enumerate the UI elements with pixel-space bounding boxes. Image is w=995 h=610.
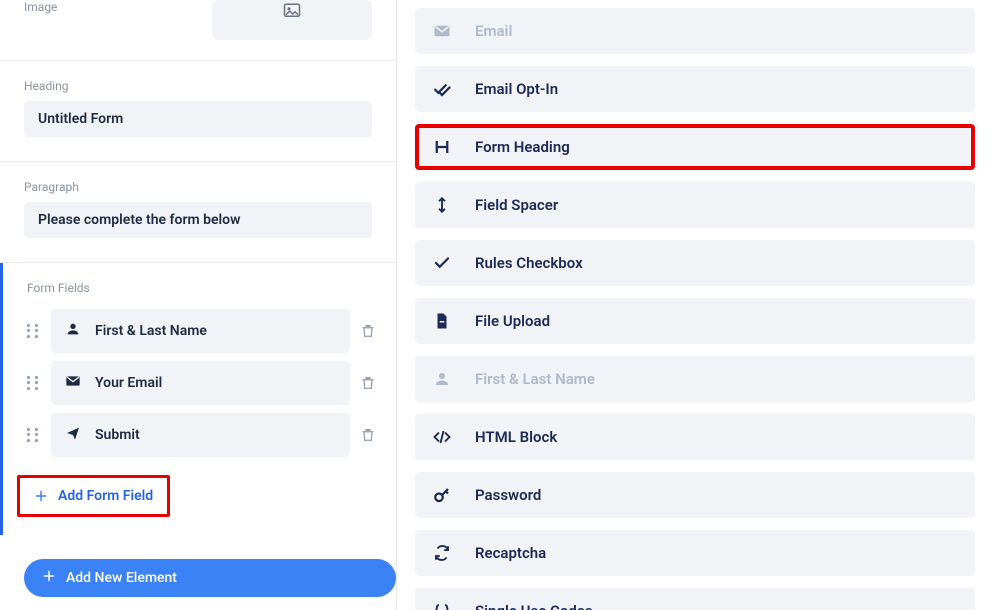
form-fields-section: Form Fields First & Last Name Your Email… [0, 263, 396, 535]
form-field-submit[interactable]: Submit [51, 413, 350, 457]
add-form-field-label: Add Form Field [58, 488, 153, 504]
image-section: Image [0, 0, 396, 61]
delete-button[interactable] [360, 323, 376, 339]
paragraph-section: Paragraph Please complete the form below [0, 162, 396, 263]
heading-input[interactable]: Untitled Form [24, 101, 372, 137]
palette-item-email-opt-in[interactable]: Email Opt-In [415, 66, 975, 112]
form-field-label: Your Email [95, 375, 162, 391]
code-icon [433, 428, 451, 446]
palette-item-recaptcha[interactable]: Recaptcha [415, 530, 975, 576]
add-new-element-label: Add New Element [66, 570, 177, 586]
palette-item-label: Email [475, 22, 512, 40]
drag-handle-icon[interactable] [27, 324, 41, 338]
plus-icon [34, 489, 48, 503]
form-field-label: Submit [95, 427, 140, 443]
drag-handle-icon[interactable] [27, 376, 41, 390]
palette-item-label: HTML Block [475, 428, 557, 446]
braces-icon [433, 602, 451, 610]
palette-item-field-spacer[interactable]: Field Spacer [415, 182, 975, 228]
form-field-name[interactable]: First & Last Name [51, 309, 350, 353]
palette-item-label: File Upload [475, 312, 550, 330]
key-icon [433, 486, 451, 504]
palette-item-file-upload[interactable]: File Upload [415, 298, 975, 344]
sync-icon [433, 544, 451, 562]
palette-item-label: Email Opt-In [475, 80, 558, 98]
user-icon [65, 321, 81, 341]
heading-icon [433, 138, 451, 156]
add-new-element-button[interactable]: Add New Element [24, 559, 396, 597]
palette-item-form-heading[interactable]: Form Heading [415, 124, 975, 170]
drag-handle-icon[interactable] [27, 428, 41, 442]
heading-label: Heading [24, 79, 372, 93]
send-icon [65, 425, 81, 445]
form-field-label: First & Last Name [95, 323, 207, 339]
palette-item-label: Recaptcha [475, 544, 546, 562]
delete-button[interactable] [360, 427, 376, 443]
image-placeholder[interactable] [212, 0, 372, 40]
palette-item-first-last-name: First & Last Name [415, 356, 975, 402]
palette-item-rules-checkbox[interactable]: Rules Checkbox [415, 240, 975, 286]
palette-item-label: First & Last Name [475, 370, 595, 388]
palette-item-html-block[interactable]: HTML Block [415, 414, 975, 460]
plus-icon [42, 569, 56, 587]
heading-section: Heading Untitled Form [0, 61, 396, 162]
form-fields-label: Form Fields [3, 281, 396, 305]
envelope-icon [433, 22, 451, 40]
form-field-row: First & Last Name [3, 305, 396, 357]
form-field-row: Submit [3, 409, 396, 461]
palette-item-label: Password [475, 486, 541, 504]
envelope-icon [65, 373, 81, 393]
user-icon [433, 370, 451, 388]
palette-item-label: Form Heading [475, 138, 570, 156]
palette-item-single-use-codes[interactable]: Single Use Codes [415, 588, 975, 610]
field-palette: Email Email Opt-In Form Heading Field Space… [397, 0, 995, 610]
paragraph-input[interactable]: Please complete the form below [24, 202, 372, 238]
palette-item-password[interactable]: Password [415, 472, 975, 518]
image-label: Image [24, 0, 57, 14]
check-icon [433, 254, 451, 272]
palette-item-label: Single Use Codes [475, 602, 593, 610]
form-field-row: Your Email [3, 357, 396, 409]
check-double-icon [433, 80, 451, 98]
add-form-field-button[interactable]: Add Form Field [17, 475, 170, 517]
paragraph-label: Paragraph [24, 180, 372, 194]
form-field-email[interactable]: Your Email [51, 361, 350, 405]
delete-button[interactable] [360, 375, 376, 391]
image-icon [283, 2, 301, 24]
left-panel: Image Heading Untitled Form Paragraph Pl… [0, 0, 397, 610]
palette-item-label: Rules Checkbox [475, 254, 583, 272]
palette-item-email: Email [415, 8, 975, 54]
file-icon [433, 312, 451, 330]
palette-item-label: Field Spacer [475, 196, 558, 214]
arrows-v-icon [433, 196, 451, 214]
